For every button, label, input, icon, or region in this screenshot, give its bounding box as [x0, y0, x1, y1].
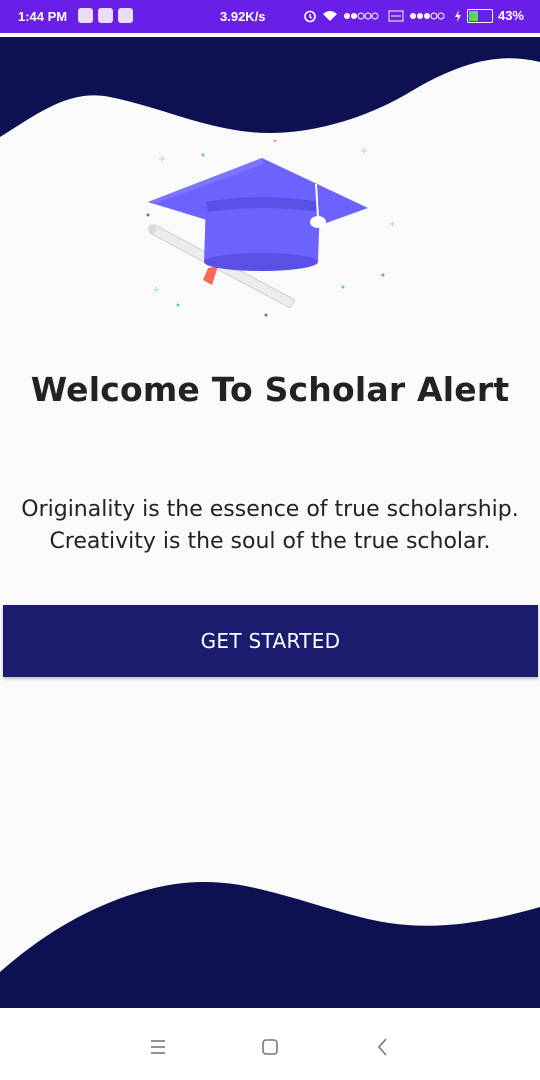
svg-text:+: + [152, 285, 160, 296]
network-speed: 3.92K/s [220, 9, 266, 24]
quote-line-2: Creativity is the soul of the true schol… [49, 529, 491, 554]
status-bar: 1:44 PM 3.92K/s 43% [0, 0, 540, 33]
signal-icon [343, 12, 379, 19]
menu-icon[interactable] [145, 1034, 171, 1060]
status-time: 1:44 PM [18, 9, 68, 24]
get-started-button[interactable]: GET STARTED [3, 605, 538, 677]
graduation-illustration: + + + + [146, 140, 396, 317]
app-icon [98, 8, 113, 23]
charging-icon [454, 9, 461, 22]
tassel [203, 266, 218, 285]
alarm-icon [304, 10, 316, 22]
status-right: 43% [303, 8, 524, 23]
app-icon-2 [118, 8, 133, 23]
welcome-title: Welcome To Scholar Alert [30, 370, 510, 409]
home-icon[interactable] [257, 1034, 283, 1060]
welcome-quote: Originality is the essence of true schol… [0, 494, 540, 558]
top-wave [0, 37, 540, 137]
back-icon[interactable] [370, 1034, 396, 1060]
svg-text:+: + [158, 154, 166, 165]
wifi-icon [322, 10, 337, 21]
svg-text:+: + [360, 146, 368, 157]
signal-icon-2 [409, 12, 445, 19]
svg-text:+: + [388, 219, 396, 230]
battery-icon [466, 8, 493, 23]
telegram-icon [78, 8, 93, 23]
bottom-wave [0, 882, 540, 1008]
volte-icon [388, 10, 404, 21]
battery-level: 43% [497, 8, 524, 23]
battery-fill [468, 10, 478, 21]
tassel-button [310, 216, 326, 228]
quote-line-1: Originality is the essence of true schol… [21, 497, 519, 522]
